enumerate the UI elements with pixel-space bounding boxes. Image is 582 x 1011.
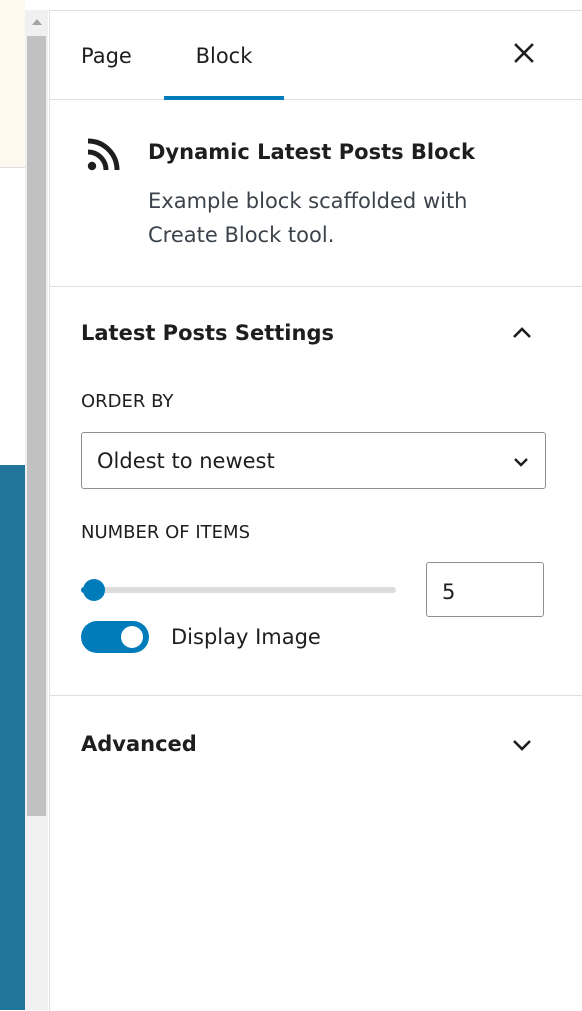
chevron-down-icon <box>514 458 528 467</box>
editor-canvas <box>0 0 25 1010</box>
scroll-up-arrow[interactable] <box>25 12 48 32</box>
block-title: Dynamic Latest Posts Block <box>148 140 475 164</box>
toggle-knob <box>121 626 143 648</box>
close-icon <box>514 43 534 63</box>
chevron-up-icon <box>513 327 531 338</box>
block-description: Example block scaffolded with Create Blo… <box>148 189 468 247</box>
order-by-value: Oldest to newest <box>97 449 275 473</box>
chevron-down-icon <box>513 740 531 751</box>
rss-icon <box>87 138 120 171</box>
block-card: Dynamic Latest Posts Block Example block… <box>50 100 582 287</box>
order-by-label: ORDER BY <box>81 391 174 412</box>
scrollbar-thumb[interactable] <box>27 36 46 816</box>
number-of-items-input[interactable]: 5 <box>426 562 544 617</box>
number-of-items-value: 5 <box>442 580 456 604</box>
advanced-title: Advanced <box>81 732 197 756</box>
display-image-toggle[interactable] <box>81 621 149 653</box>
tab-block[interactable]: Block <box>164 11 284 100</box>
close-sidebar-button[interactable] <box>506 35 542 71</box>
display-image-label: Display Image <box>171 625 321 649</box>
order-by-select[interactable]: Oldest to newest <box>81 432 546 489</box>
latest-posts-settings-toggle[interactable]: Latest Posts Settings <box>50 287 582 381</box>
settings-sidebar: Page Block Dynamic Latest Posts Block Ex… <box>49 10 582 1011</box>
number-of-items-slider[interactable] <box>81 579 396 601</box>
sidebar-tabs: Page Block <box>50 11 582 100</box>
slider-thumb[interactable] <box>83 579 105 601</box>
number-of-items-label: NUMBER OF ITEMS <box>81 522 250 543</box>
scrollbar[interactable] <box>25 10 48 1010</box>
editor-notice <box>0 0 25 168</box>
advanced-panel-toggle[interactable]: Advanced <box>50 696 582 792</box>
editor-block-preview[interactable] <box>0 465 25 1010</box>
panel-title: Latest Posts Settings <box>81 321 334 345</box>
tab-page[interactable]: Page <box>81 11 132 99</box>
